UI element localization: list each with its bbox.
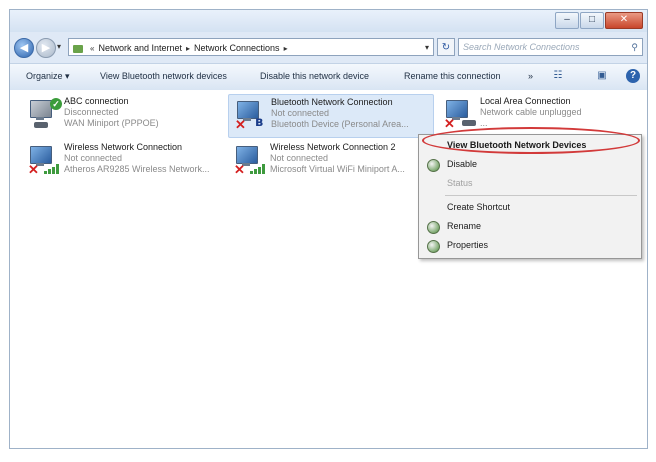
disconnected-x-icon: ✕ <box>444 116 455 131</box>
network-connection-icon: ✕ <box>28 144 60 176</box>
preview-pane-icon[interactable]: ▣ <box>594 68 610 84</box>
connection-name: Wireless Network Connection 2 <box>270 142 396 152</box>
context-menu: View Bluetooth Network Devices Disable S… <box>418 134 642 259</box>
connection-name: ABC connection <box>64 96 129 106</box>
view-bluetooth-devices-button[interactable]: View Bluetooth network devices <box>100 71 227 81</box>
connection-status: Not connected <box>271 108 330 118</box>
recent-pages-dropdown-icon[interactable]: ▾ <box>57 42 61 51</box>
menu-disable[interactable]: Disable <box>419 155 641 174</box>
menu-properties-label: Properties <box>447 240 489 250</box>
menu-status: Status <box>447 178 473 188</box>
connection-status: Not connected <box>270 153 329 163</box>
network-connection-icon: ✕ <box>444 98 476 130</box>
disconnected-x-icon: ✕ <box>234 162 245 177</box>
connection-name: Bluetooth Network Connection <box>271 97 393 107</box>
disconnected-x-icon: ✕ <box>235 117 246 132</box>
close-button[interactable]: ✕ <box>605 12 643 29</box>
address-bar[interactable]: «Network and Internet ▸ Network Connection… <box>68 38 434 56</box>
address-dropdown-icon[interactable]: ▾ <box>425 39 429 55</box>
minimize-button[interactable]: – <box>555 12 579 29</box>
shield-icon <box>427 221 440 234</box>
search-icon: ⚲ <box>631 42 638 52</box>
search-input[interactable]: Search Network Connections ⚲ <box>458 38 643 56</box>
connection-abc[interactable]: ✓ ABC connection Disconnected WAN Minipo… <box>22 94 222 136</box>
address-row: ◀ ▶ ▾ «Network and Internet ▸ Network Conn… <box>10 36 647 60</box>
connection-device: Bluetooth Device (Personal Area... <box>271 119 409 129</box>
menu-view-bluetooth-devices[interactable]: View Bluetooth Network Devices <box>419 136 641 155</box>
connection-status: Not connected <box>64 153 123 163</box>
disconnected-x-icon: ✕ <box>28 162 39 177</box>
connection-bluetooth[interactable]: ✕ ʙ Bluetooth Network Connection Not con… <box>228 94 434 138</box>
disable-device-button[interactable]: Disable this network device <box>260 71 369 81</box>
help-icon[interactable]: ? <box>626 69 640 83</box>
modem-icon <box>34 122 48 128</box>
maximize-button[interactable]: □ <box>580 12 604 29</box>
connection-name: Local Area Connection <box>480 96 571 106</box>
title-bar: – □ ✕ <box>10 10 647 32</box>
connection-device: ... <box>480 118 488 128</box>
connected-check-icon: ✓ <box>50 98 62 110</box>
menu-rename[interactable]: Rename <box>419 217 641 236</box>
wireless-signal-icon <box>250 164 265 174</box>
change-view-icon[interactable]: ☷ <box>550 68 566 84</box>
connection-device: Atheros AR9285 Wireless Network... <box>64 164 210 174</box>
back-button[interactable]: ◀ <box>14 38 34 58</box>
connection-local-area[interactable]: ✕ Local Area Connection Network cable un… <box>438 94 638 136</box>
breadcrumb-network-and-internet[interactable]: Network and Internet <box>98 43 182 53</box>
connection-status: Disconnected <box>64 107 119 117</box>
connection-name: Wireless Network Connection <box>64 142 183 152</box>
connection-wireless[interactable]: ✕ Wireless Network Connection Not connec… <box>22 140 222 182</box>
forward-button[interactable]: ▶ <box>36 38 56 58</box>
shield-icon <box>427 159 440 172</box>
connection-device: Microsoft Virtual WiFi Miniport A... <box>270 164 405 174</box>
rename-connection-button[interactable]: Rename this connection <box>404 71 501 81</box>
connection-wireless-2[interactable]: ✕ Wireless Network Connection 2 Not conn… <box>228 140 428 182</box>
organize-button[interactable]: Organize ▾ <box>26 71 70 82</box>
menu-separator <box>445 195 637 196</box>
menu-rename-label: Rename <box>447 221 482 231</box>
menu-create-shortcut[interactable]: Create Shortcut <box>419 198 641 217</box>
menu-disable-label: Disable <box>447 159 478 169</box>
dialup-connection-icon: ✓ <box>28 98 62 130</box>
control-panel-icon <box>73 44 83 53</box>
wireless-signal-icon <box>44 164 59 174</box>
connection-device: WAN Miniport (PPPOE) <box>64 118 159 128</box>
shield-icon <box>427 240 440 253</box>
breadcrumb-network-connections[interactable]: Network Connections <box>194 43 280 53</box>
more-commands-button[interactable]: » <box>528 71 533 81</box>
network-connection-icon: ✕ ʙ <box>235 99 267 131</box>
network-connection-icon: ✕ <box>234 144 266 176</box>
bluetooth-icon: ʙ <box>255 115 264 130</box>
connection-status: Network cable unplugged <box>480 107 582 117</box>
menu-properties[interactable]: Properties <box>419 236 641 255</box>
refresh-button[interactable]: ↻ <box>437 38 455 56</box>
search-placeholder: Search Network Connections <box>463 42 580 52</box>
command-toolbar: Organize ▾ View Bluetooth network device… <box>10 63 647 91</box>
ethernet-cable-icon <box>462 120 476 126</box>
